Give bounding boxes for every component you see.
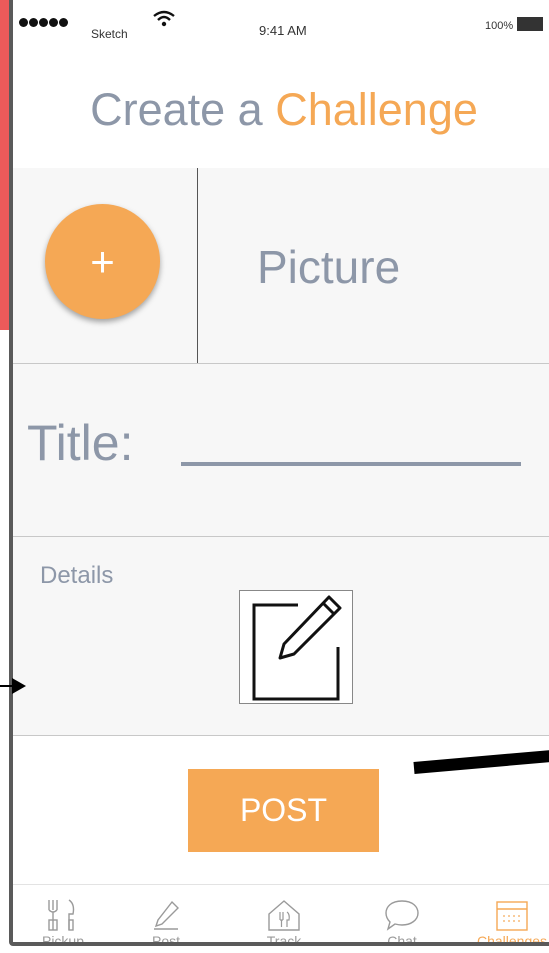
page-title-highlight: Challenge <box>275 84 478 135</box>
tab-pickup-label: Pickup <box>41 933 85 946</box>
page-title: Create a Challenge <box>13 84 549 136</box>
tab-challenges[interactable]: Challenges <box>462 885 549 946</box>
annotation-arrow-left <box>0 678 26 694</box>
tab-pickup[interactable]: Pickup <box>13 885 113 946</box>
edit-details-button[interactable] <box>239 590 353 704</box>
post-button[interactable]: POST <box>188 769 379 852</box>
status-time: 9:41 AM <box>259 23 307 38</box>
title-input-underline[interactable] <box>181 462 521 466</box>
utensils-icon <box>13 898 113 931</box>
tab-challenges-label: Challenges <box>476 933 548 946</box>
title-label: Title: <box>27 415 134 471</box>
tab-bar: Pickup Post Track Chat Challenges <box>13 884 549 946</box>
wifi-icon <box>153 10 175 34</box>
calendar-icon <box>462 898 549 931</box>
battery-percent: 100% <box>485 20 514 32</box>
picture-divider <box>197 168 198 363</box>
phone-screen: Sketch 9:41 AM 100% Create a Challenge +… <box>9 0 549 946</box>
add-picture-button[interactable]: + <box>45 204 160 319</box>
battery-icon <box>517 17 543 31</box>
page-header: Create a Challenge <box>13 52 549 169</box>
status-bar: Sketch 9:41 AM 100% <box>13 0 549 53</box>
title-section[interactable]: Title: <box>13 364 549 537</box>
details-label: Details <box>40 562 114 589</box>
tab-post-label: Post <box>151 933 180 946</box>
tab-track-label: Track <box>266 933 302 946</box>
picture-label: Picture <box>257 241 401 293</box>
tab-post[interactable]: Post <box>116 885 216 946</box>
signal-dots-icon <box>19 18 68 27</box>
chat-bubble-icon <box>352 898 452 931</box>
home-utensils-icon <box>234 898 334 931</box>
edit-note-icon <box>252 595 342 701</box>
details-section: Details <box>13 537 549 736</box>
carrier-name: Sketch <box>91 27 128 41</box>
tab-track[interactable]: Track <box>234 885 334 946</box>
tab-chat-label: Chat <box>387 933 417 946</box>
page-title-prefix: Create a <box>90 84 276 135</box>
pencil-icon <box>116 898 216 930</box>
tab-chat[interactable]: Chat <box>352 885 452 946</box>
picture-section: + Picture <box>13 168 549 364</box>
